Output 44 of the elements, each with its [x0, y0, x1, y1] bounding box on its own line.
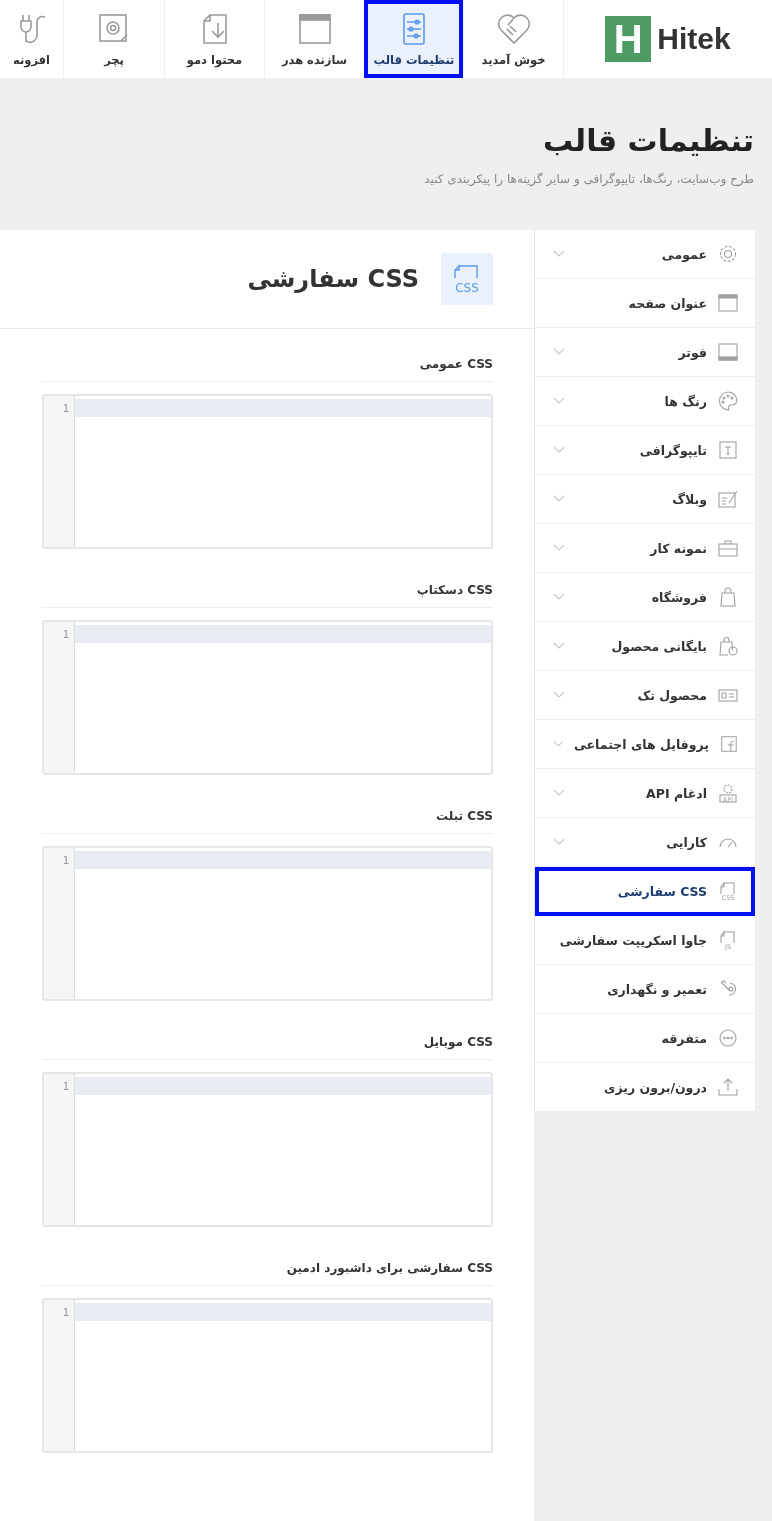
sidebar-item[interactable]: کارایی [535, 818, 755, 867]
social-profile-icon [719, 733, 739, 755]
editor-label: CSS دسکتاپ [42, 583, 493, 608]
sidebar-item[interactable]: متفرقه [535, 1014, 755, 1063]
sidebar-item[interactable]: درون/برون ریزی [535, 1063, 755, 1112]
line-number: 1 [62, 1079, 70, 1094]
sidebar-item[interactable]: نمونه کار [535, 524, 755, 573]
upload-icon [717, 1076, 739, 1098]
sidebar-item[interactable]: تایپوگرافی [535, 426, 755, 475]
page-title: تنظیمات قالب [542, 122, 754, 158]
bag-clock-icon [717, 635, 739, 657]
text-box-icon [717, 439, 739, 461]
line-number: 1 [62, 853, 70, 868]
sidebar-item[interactable]: پروفایل های اجتماعی [535, 720, 755, 769]
css-file-icon: CSS [441, 253, 493, 305]
nav-tab[interactable]: تنظیمات قالب [364, 0, 463, 78]
editor-label: CSS عمومی [42, 357, 493, 382]
more-icon [717, 1027, 739, 1049]
sidebar-item[interactable]: بایگانی محصول [535, 622, 755, 671]
sidebar-item[interactable]: عمومی [535, 230, 755, 279]
line-number: 1 [62, 627, 70, 642]
editor-label: CSS تبلت [42, 809, 493, 834]
window-icon [717, 292, 739, 314]
briefcase-icon [717, 537, 739, 559]
sidebar-item[interactable]: محصول تک [535, 671, 755, 720]
line-number: 1 [62, 401, 70, 416]
palette-icon [717, 390, 739, 412]
sidebar-item[interactable]: تعمیر و نگهداری [535, 965, 755, 1014]
sidebar-item[interactable]: عنوان صفحه [535, 279, 755, 328]
sidebar-item[interactable]: فروشگاه [535, 573, 755, 622]
editor-label: CSS موبایل [42, 1035, 493, 1060]
sidebar-item[interactable]: وبلاگ [535, 475, 755, 524]
logo-text: Hitek [657, 22, 731, 56]
logo-mark: H [605, 16, 652, 62]
line-number: 1 [62, 1305, 70, 1320]
sidebar-item[interactable]: فوتر [535, 328, 755, 377]
page-subtitle: طرح وب‌سایت، رنگ‌ها، تایپوگرافی و سایر گزینه‌ها را پیکربندی کنید [423, 171, 754, 186]
editor-label: CSS سفارشی برای داشبورد ادمین [42, 1261, 493, 1286]
panel-title: CSS سفارشی [247, 265, 419, 293]
pen-note-icon [717, 488, 739, 510]
sidebar-item[interactable]: رنگ ها [535, 377, 755, 426]
gear-icon [717, 243, 739, 265]
shopping-bag-icon [717, 586, 739, 608]
footer-icon [717, 341, 739, 363]
